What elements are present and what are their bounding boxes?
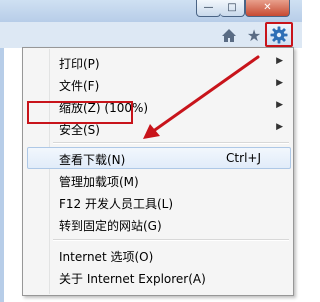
menu-item-developer-tools[interactable]: F12 开发人员工具(L) <box>23 191 293 213</box>
menu-item-manage-addons[interactable]: 管理加载项(M) <box>23 169 293 191</box>
menu-item-about-ie[interactable]: 关于 Internet Explorer(A) <box>23 266 293 288</box>
menu-item-file[interactable]: 文件(F) ▶ <box>23 73 293 95</box>
menu-item-internet-options[interactable]: Internet 选项(O) <box>23 244 293 266</box>
minimize-icon: — <box>203 2 214 13</box>
menu-item-label: 管理加载项(M) <box>59 175 139 189</box>
menu-item-view-downloads[interactable]: 查看下载(N) Ctrl+J <box>23 147 293 169</box>
command-bar: ★ <box>0 22 302 48</box>
submenu-arrow-icon: ▶ <box>276 122 283 132</box>
menu-item-label: F12 开发人员工具(L) <box>59 197 174 211</box>
tools-menu: 打印(P) ▶ 文件(F) ▶ 缩放(Z) (100%) ▶ 安全(S) ▶ 查… <box>22 47 294 296</box>
menu-item-shortcut: Ctrl+J <box>226 151 261 165</box>
close-icon: ✕ <box>263 2 272 13</box>
minimize-button[interactable]: — <box>196 0 221 17</box>
menu-item-pinned-sites[interactable]: 转到固定的网站(G) <box>23 213 293 235</box>
window-border <box>0 48 4 302</box>
gear-icon <box>270 26 288 43</box>
annotation-highlight-box <box>27 101 133 124</box>
menu-item-label: Internet 选项(O) <box>59 250 154 264</box>
submenu-arrow-icon: ▶ <box>276 100 283 110</box>
submenu-arrow-icon: ▶ <box>276 78 283 88</box>
submenu-arrow-icon: ▶ <box>276 56 283 66</box>
menu-item-label: 文件(F) <box>59 79 100 93</box>
maximize-button[interactable]: □ <box>220 0 245 17</box>
home-icon[interactable] <box>219 25 239 45</box>
menu-separator <box>53 239 289 241</box>
maximize-icon: □ <box>227 2 237 13</box>
menu-item-print[interactable]: 打印(P) ▶ <box>23 51 293 73</box>
menu-item-label: 关于 Internet Explorer(A) <box>59 272 206 286</box>
menu-item-label: 转到固定的网站(G) <box>59 219 162 233</box>
menu-separator <box>53 142 289 144</box>
menu-item-label: 查看下载(N) <box>59 153 126 167</box>
menu-item-label: 打印(P) <box>59 57 100 71</box>
favorites-star-icon[interactable]: ★ <box>245 25 263 45</box>
tools-gear-button[interactable] <box>265 22 293 47</box>
title-bar: — □ ✕ <box>0 0 302 22</box>
close-button[interactable]: ✕ <box>245 0 290 17</box>
